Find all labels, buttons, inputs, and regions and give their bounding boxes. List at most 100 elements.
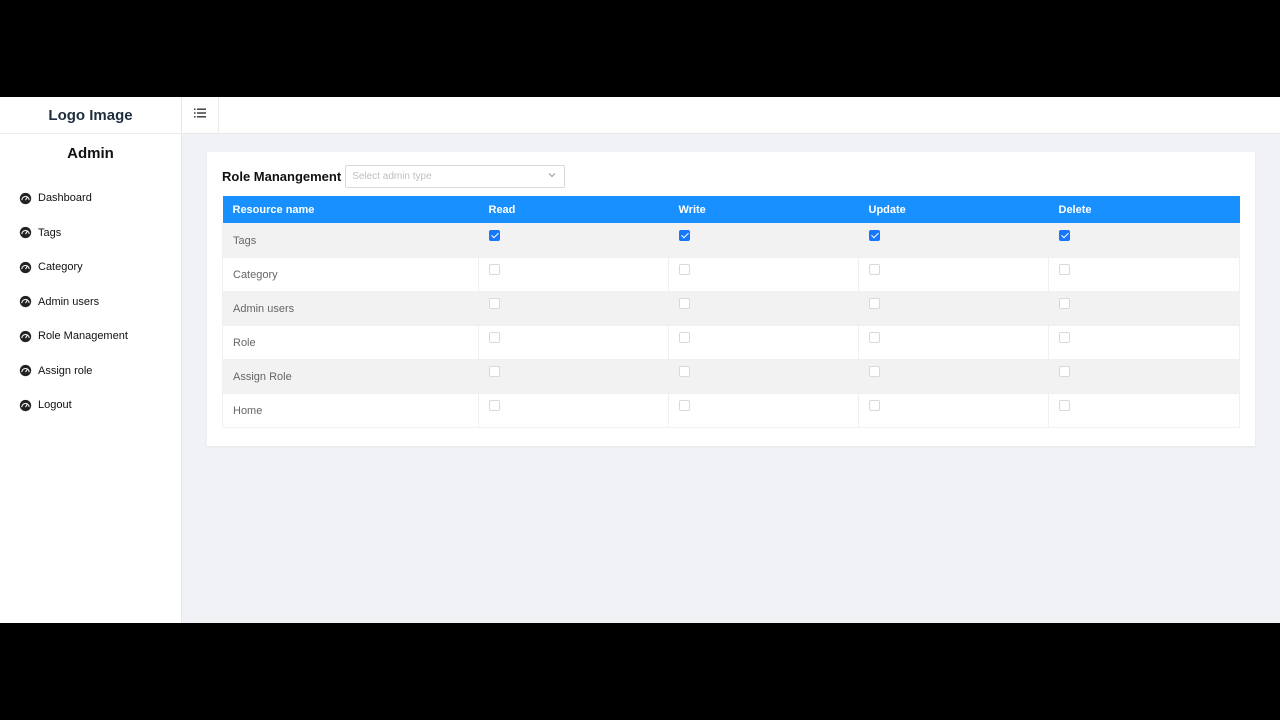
update-checkbox[interactable] <box>869 366 880 377</box>
sidebar-item-admin-users[interactable]: Admin users <box>0 285 181 320</box>
delete-cell <box>1048 325 1240 359</box>
sidebar-item-label: Admin users <box>38 295 100 308</box>
write-checkbox[interactable] <box>679 229 690 241</box>
chevron-down-icon <box>548 171 556 182</box>
write-checkbox[interactable] <box>679 298 690 309</box>
dashboard-icon <box>19 261 32 274</box>
table-row: Admin users <box>222 291 1240 325</box>
main-area: Role Manangement Select admin type Resou… <box>182 96 1280 623</box>
sidebar-item-logout[interactable]: Logout <box>0 388 181 423</box>
read-checkbox[interactable] <box>489 332 500 343</box>
permissions-table: Resource name Read Write Update Delete T… <box>222 196 1240 428</box>
column-header-resource: Resource name <box>232 203 315 216</box>
menu-toggle-button[interactable] <box>182 96 219 134</box>
delete-checkbox[interactable] <box>1059 332 1070 343</box>
resource-name-cell: Tags <box>222 223 479 257</box>
table-row: Role <box>222 325 1240 359</box>
resource-name-cell: Assign Role <box>222 359 479 393</box>
update-checkbox[interactable] <box>869 229 880 241</box>
delete-checkbox[interactable] <box>1059 366 1070 377</box>
sidebar-item-tags[interactable]: Tags <box>0 216 181 251</box>
read-checkbox[interactable] <box>489 400 500 411</box>
read-checkbox[interactable] <box>489 298 500 309</box>
sidebar: Logo Image Admin Dashboard Tags Category… <box>0 97 182 623</box>
read-cell <box>478 291 669 325</box>
sidebar-item-label: Assign role <box>38 364 93 377</box>
table-row: Assign Role <box>222 359 1240 393</box>
sidebar-item-category[interactable]: Category <box>0 250 181 285</box>
update-checkbox[interactable] <box>869 264 880 275</box>
sidebar-item-assign-role[interactable]: Assign role <box>0 354 181 389</box>
write-checkbox[interactable] <box>679 332 690 343</box>
role-management-card: Role Manangement Select admin type Resou… <box>207 152 1255 446</box>
write-cell <box>668 359 859 393</box>
update-cell <box>858 325 1049 359</box>
sidebar-item-label: Category <box>38 261 83 274</box>
update-checkbox[interactable] <box>869 332 880 343</box>
table-row: Home <box>222 393 1240 427</box>
delete-checkbox[interactable] <box>1059 298 1070 309</box>
read-checkbox[interactable] <box>489 366 500 377</box>
read-cell <box>478 393 669 427</box>
delete-checkbox[interactable] <box>1059 400 1070 411</box>
write-cell <box>668 291 859 325</box>
delete-cell <box>1048 359 1240 393</box>
content: Role Manangement Select admin type Resou… <box>182 134 1280 446</box>
read-checkbox[interactable] <box>489 264 500 275</box>
dashboard-icon <box>19 399 32 412</box>
admin-type-select[interactable]: Select admin type <box>345 165 566 188</box>
sidebar-nav: Dashboard Tags Category Admin users Role… <box>0 181 181 423</box>
dashboard-icon <box>19 295 32 308</box>
topbar <box>182 96 1280 134</box>
delete-checkbox[interactable] <box>1059 264 1070 275</box>
dashboard-icon <box>19 226 32 239</box>
write-checkbox[interactable] <box>679 366 690 377</box>
write-cell <box>668 223 859 257</box>
menu-unfold-icon <box>194 106 206 124</box>
dashboard-icon <box>19 364 32 377</box>
read-cell <box>478 223 669 257</box>
column-header-read: Read <box>488 203 516 216</box>
sidebar-item-label: Tags <box>38 226 62 239</box>
app-window: Logo Image Admin Dashboard Tags Category… <box>0 96 1280 623</box>
sidebar-item-label: Role Management <box>38 330 128 343</box>
table-row: Tags <box>222 223 1240 257</box>
sidebar-item-label: Logout <box>38 399 72 412</box>
delete-checkbox[interactable] <box>1059 229 1070 241</box>
write-checkbox[interactable] <box>679 264 690 275</box>
column-header-update: Update <box>868 203 906 216</box>
update-cell <box>858 359 1049 393</box>
read-checkbox[interactable] <box>489 229 500 241</box>
write-checkbox[interactable] <box>679 400 690 411</box>
update-cell <box>858 257 1049 291</box>
update-checkbox[interactable] <box>869 298 880 309</box>
update-checkbox[interactable] <box>869 400 880 411</box>
update-cell <box>858 291 1049 325</box>
update-cell <box>858 393 1049 427</box>
sidebar-item-role-management[interactable]: Role Management <box>0 319 181 354</box>
delete-cell <box>1048 291 1240 325</box>
read-cell <box>478 325 669 359</box>
delete-cell <box>1048 223 1240 257</box>
resource-name-cell: Admin users <box>222 291 479 325</box>
sidebar-item-label: Dashboard <box>38 192 92 205</box>
resource-name-cell: Home <box>222 393 479 427</box>
column-header-delete: Delete <box>1058 203 1092 216</box>
resource-name-cell: Role <box>222 325 479 359</box>
card-header: Role Manangement Select admin type <box>222 165 1240 188</box>
sidebar-item-dashboard[interactable]: Dashboard <box>0 181 181 216</box>
write-cell <box>668 393 859 427</box>
logo[interactable]: Logo Image <box>0 97 181 134</box>
write-cell <box>668 325 859 359</box>
read-cell <box>478 359 669 393</box>
write-cell <box>668 257 859 291</box>
column-header-write: Write <box>678 203 706 216</box>
delete-cell <box>1048 393 1240 427</box>
table-header-row: Resource name Read Write Update Delete <box>222 196 1240 223</box>
read-cell <box>478 257 669 291</box>
delete-cell <box>1048 257 1240 291</box>
sidebar-title: Admin <box>67 145 114 162</box>
table-row: Category <box>222 257 1240 291</box>
resource-name-cell: Category <box>222 257 479 291</box>
dashboard-icon <box>19 330 32 343</box>
